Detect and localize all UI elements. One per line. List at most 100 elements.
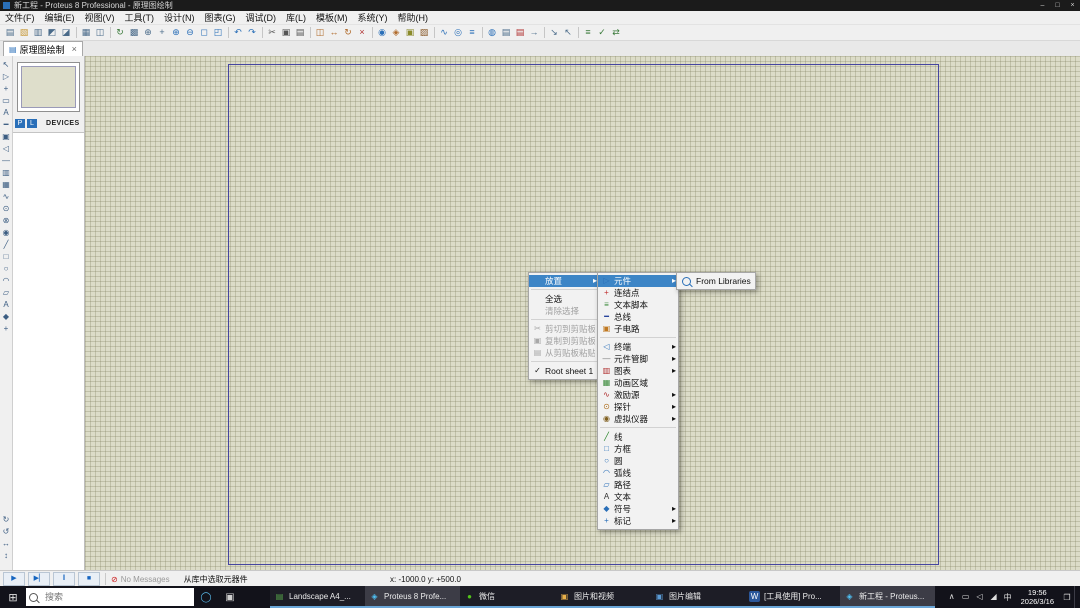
tab-schematic-capture[interactable]: ▤ 原理图绘制 × [3,41,83,56]
volume-icon[interactable]: ◁ [973,592,987,603]
property-assignment-icon[interactable]: ≡ [465,26,483,39]
open-project-icon[interactable]: ▧ [17,26,31,39]
new-sheet-icon[interactable]: ▤ [499,26,513,39]
current-probe-mode-icon[interactable]: ⊗ [1,215,12,226]
place-menu-item[interactable]: ━ 总线 [598,311,678,323]
menubar-item[interactable]: 库(L) [281,11,311,24]
bill-of-materials-icon[interactable]: ≡ [581,26,595,39]
ime-language-indicator[interactable]: 中 [1001,592,1015,603]
block-rotate-icon[interactable]: ↻ [341,26,355,39]
menubar-item[interactable]: 系统(Y) [353,11,393,24]
context-menu-item[interactable]: ✓ Root sheet 1 [529,365,599,377]
menubar-item[interactable]: 帮助(H) [393,11,434,24]
2d-path-mode-icon[interactable]: ▱ [1,287,12,298]
place-menu-item[interactable]: ▥ 图表 [598,365,678,377]
place-menu-item[interactable]: — 元件管脚 [598,353,678,365]
tape-recorder-mode-icon[interactable]: ▦ [1,179,12,190]
remove-sheet-icon[interactable]: ▤ [513,26,527,39]
packaging-tool-icon[interactable]: ▣ [403,26,417,39]
decompose-icon[interactable]: ▨ [417,26,435,39]
menubar-item[interactable]: 文件(F) [0,11,40,24]
menubar-item[interactable]: 编辑(E) [40,11,80,24]
place-menu-item[interactable]: ▷ 元件 [598,275,678,287]
maximize-button[interactable]: □ [1050,0,1065,11]
place-menu-item[interactable]: □ 方框 [598,443,678,455]
place-menu-item[interactable]: ∿ 激励源 [598,389,678,401]
generator-mode-icon[interactable]: ∿ [1,191,12,202]
zoom-to-child-icon[interactable]: ↘ [547,26,561,39]
taskbar-app-button[interactable]: ◈ Proteus 8 Profe... [365,586,460,608]
search-tag-icon[interactable]: ◎ [451,26,465,39]
2d-line-mode-icon[interactable]: ╱ [1,239,12,250]
menubar-item[interactable]: 设计(N) [159,11,200,24]
task-view-icon[interactable]: ▣ [218,592,242,603]
context-menu-item[interactable]: 放置 [529,275,599,290]
library-manager-button[interactable]: L [27,119,37,128]
taskbar-app-button[interactable]: W [工具使用] Pro... [745,586,840,608]
play-button[interactable]: ▶ [3,572,25,586]
cut-icon[interactable]: ✂ [265,26,279,39]
device-list[interactable] [13,132,84,570]
menubar-item[interactable]: 模板(M) [311,11,353,24]
pick-parts-icon[interactable]: ◉ [375,26,389,39]
close-button[interactable]: × [1065,0,1080,11]
voltage-probe-mode-icon[interactable]: ⊙ [1,203,12,214]
step-button[interactable]: ▶▏ [28,572,50,586]
place-menu-item[interactable]: ◉ 虚拟仪器 [598,413,678,428]
2d-marker-mode-icon[interactable]: + [1,323,12,334]
graph-mode-icon[interactable]: ▥ [1,167,12,178]
2d-box-mode-icon[interactable]: □ [1,251,12,262]
subcircuit-mode-icon[interactable]: ▣ [1,131,12,142]
wire-autorouter-icon[interactable]: ∿ [437,26,451,39]
show-desktop-button[interactable] [1074,586,1080,608]
action-center-icon[interactable]: ❐ [1060,593,1074,602]
print-icon[interactable]: ▦ [79,26,93,39]
taskbar-search[interactable] [26,588,194,606]
context-menu-item[interactable]: ✂ 剪切到剪贴板 [529,323,599,335]
goto-cursor-icon[interactable]: + [155,26,169,39]
taskbar-app-button[interactable]: ◈ 新工程 - Proteus... [840,586,935,608]
search-input[interactable] [43,591,194,603]
start-button[interactable]: ⊞ [0,591,26,604]
menubar-item[interactable]: 图表(G) [200,11,241,24]
return-to-parent-icon[interactable]: ↖ [561,26,579,39]
y-mirror-icon[interactable]: ↕ [1,550,12,561]
menubar-item[interactable]: 工具(T) [120,11,160,24]
place-menu-item[interactable]: ◠ 弧线 [598,467,678,479]
junction-dot-mode-icon[interactable]: + [1,83,12,94]
goto-sheet-icon[interactable]: → [527,26,545,39]
false-origin-icon[interactable]: ⊕ [141,26,155,39]
place-menu-item[interactable]: ○ 圆 [598,455,678,467]
clock[interactable]: 19:56 2026/3/16 [1021,588,1054,607]
pause-button[interactable]: ‖ [53,572,75,586]
2d-arc-mode-icon[interactable]: ◠ [1,275,12,286]
context-menu-item[interactable]: 清除选择 [529,305,599,320]
zoom-all-icon[interactable]: ◻ [197,26,211,39]
terminal-mode-icon[interactable]: ◁ [1,143,12,154]
block-copy-icon[interactable]: ◫ [313,26,327,39]
2d-text-mode-icon[interactable]: A [1,299,12,310]
zoom-out-icon[interactable]: ⊖ [183,26,197,39]
zoom-area-icon[interactable]: ◰ [211,26,229,39]
cortana-icon[interactable]: ◯ [194,592,218,603]
menubar-item[interactable]: 调试(D) [241,11,282,24]
x-mirror-icon[interactable]: ↔ [1,538,12,549]
display-icon[interactable]: ▭ [959,592,973,603]
place-menu-item[interactable]: ◆ 符号 [598,503,678,515]
redo-icon[interactable]: ↷ [245,26,263,39]
electrical-rules-check-icon[interactable]: ✓ [595,26,609,39]
make-device-icon[interactable]: ◈ [389,26,403,39]
taskbar-app-button[interactable]: ▣ 图片编辑 [650,586,745,608]
wire-label-mode-icon[interactable]: ▭ [1,95,12,106]
taskbar-app-button[interactable]: ● 微信 [460,586,555,608]
taskbar-app-button[interactable]: ▤ Landscape A4_... [270,586,365,608]
block-delete-icon[interactable]: × [355,26,373,39]
design-explorer-icon[interactable]: ◍ [485,26,499,39]
import-section-icon[interactable]: ◩ [45,26,59,39]
2d-circle-mode-icon[interactable]: ○ [1,263,12,274]
text-script-mode-icon[interactable]: A [1,107,12,118]
place-menu-item[interactable]: ▣ 子电路 [598,323,678,338]
bus-mode-icon[interactable]: ━ [1,119,12,130]
context-menu-item[interactable]: ▣ 复制到剪贴板 [529,335,599,347]
pick-device-button[interactable]: P [15,119,25,128]
